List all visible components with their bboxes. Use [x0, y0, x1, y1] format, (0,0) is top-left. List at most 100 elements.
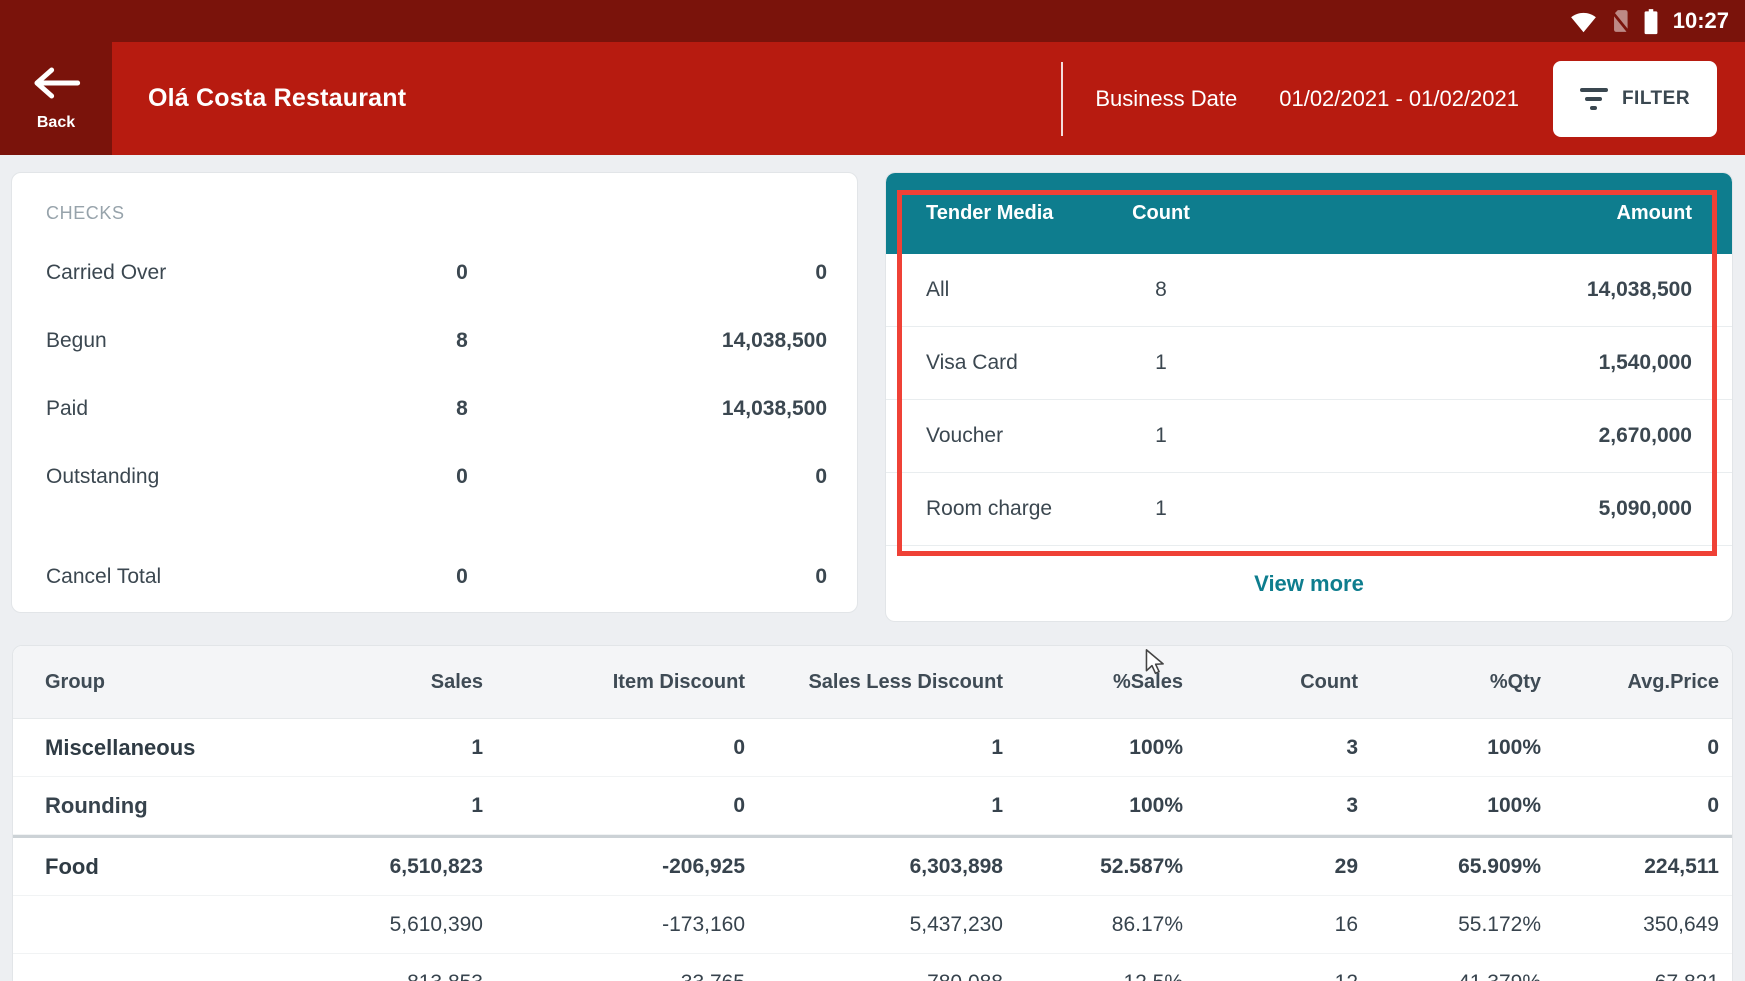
pct-sales-cell: 100% [1003, 736, 1183, 760]
avg-price-cell: 67,821 [1541, 971, 1719, 981]
pct-sales-cell: 100% [1003, 794, 1183, 818]
amount-column-header: Amount [1221, 202, 1732, 225]
count-cell: 3 [1183, 736, 1358, 760]
sales-less-discount-cell: 5,437,230 [745, 913, 1003, 937]
checks-row-carried-over: Carried Over 0 0 [12, 239, 857, 307]
item-discount-cell: -173,160 [483, 913, 745, 937]
avg-price-cell: 0 [1541, 736, 1719, 760]
sales-less-discount-cell: 780,088 [745, 971, 1003, 981]
avg-price-column-header: Avg.Price [1541, 671, 1719, 694]
checks-row-count: 8 [312, 397, 612, 421]
pct-qty-cell: 65.909% [1358, 855, 1541, 879]
business-date-label: Business Date [1095, 86, 1237, 112]
tender-row-amount: 1,540,000 [1221, 351, 1732, 375]
avg-price-cell: 224,511 [1541, 855, 1719, 879]
sales-group-table: Group Sales Item Discount Sales Less Dis… [12, 645, 1733, 981]
tender-row-name: All [886, 278, 1101, 302]
sales-cell: 1 [313, 794, 483, 818]
table-row-food-sub-1: 5,610,390 -173,160 5,437,230 86.17% 16 5… [13, 896, 1732, 954]
checks-row-amount: 0 [612, 261, 857, 285]
count-cell: 29 [1183, 855, 1358, 879]
back-arrow-icon [30, 65, 82, 106]
pct-qty-cell: 100% [1358, 794, 1541, 818]
sales-cell: 6,510,823 [313, 855, 483, 879]
checks-row-outstanding: Outstanding 0 0 [12, 443, 857, 511]
count-column-header: Count [1101, 202, 1221, 225]
app-header: Olá Costa Restaurant Business Date 01/02… [112, 42, 1745, 155]
sales-cell: 1 [313, 736, 483, 760]
checks-row-cancel-total: Cancel Total 0 0 [12, 543, 857, 611]
checks-row-label: Carried Over [12, 261, 312, 285]
status-bar: 10:27 [0, 0, 1745, 42]
header-right-group: Business Date 01/02/2021 - 01/02/2021 FI… [1061, 42, 1745, 155]
pct-qty-cell: 100% [1358, 736, 1541, 760]
pct-qty-cell: 55.172% [1358, 913, 1541, 937]
tender-row-amount: 14,038,500 [1221, 278, 1732, 302]
filter-button[interactable]: FILTER [1553, 61, 1717, 137]
avg-price-cell: 350,649 [1541, 913, 1719, 937]
filter-button-label: FILTER [1622, 88, 1690, 110]
sales-less-discount-column-header: Sales Less Discount [745, 671, 1003, 694]
group-cell: Rounding [13, 793, 313, 819]
checks-row-label: Cancel Total [12, 565, 312, 589]
item-discount-column-header: Item Discount [483, 671, 745, 694]
checks-row-count: 8 [312, 329, 612, 353]
sales-less-discount-cell: 1 [745, 794, 1003, 818]
sales-less-discount-cell: 1 [745, 736, 1003, 760]
sales-less-discount-cell: 6,303,898 [745, 855, 1003, 879]
checks-card-title: CHECKS [12, 203, 857, 229]
view-more-link[interactable]: View more [886, 546, 1732, 622]
tender-row-amount: 2,670,000 [1221, 424, 1732, 448]
back-button-label: Back [37, 114, 75, 132]
sales-cell: 5,610,390 [313, 913, 483, 937]
back-button[interactable]: Back [0, 42, 112, 155]
table-row-rounding: Rounding 1 0 1 100% 3 100% 0 [13, 777, 1732, 835]
tender-row-visa-card: Visa Card 1 1,540,000 [886, 327, 1732, 400]
checks-row-count: 0 [312, 565, 612, 589]
avg-price-cell: 0 [1541, 794, 1719, 818]
checks-row-label: Outstanding [12, 465, 312, 489]
count-cell: 16 [1183, 913, 1358, 937]
wifi-icon [1570, 8, 1597, 35]
tender-row-room-charge: Room charge 1 5,090,000 [886, 473, 1732, 546]
tender-row-name: Voucher [886, 424, 1101, 448]
group-cell: Food [13, 854, 313, 880]
no-sim-icon [1607, 8, 1633, 34]
table-row-food-sub-2: 813,853 -33,765 780,088 12.5% 12 41.379%… [13, 954, 1732, 981]
pct-sales-cell: 12.5% [1003, 971, 1183, 981]
item-discount-cell: -206,925 [483, 855, 745, 879]
pct-sales-column-header: %Sales [1003, 671, 1183, 694]
group-column-header: Group [13, 671, 313, 694]
tender-row-amount: 5,090,000 [1221, 497, 1732, 521]
checks-row-label: Paid [12, 397, 312, 421]
tender-row-count: 1 [1101, 351, 1221, 375]
battery-icon [1643, 8, 1659, 35]
sales-table-header-row: Group Sales Item Discount Sales Less Dis… [13, 646, 1732, 719]
checks-row-amount: 0 [612, 465, 857, 489]
tender-row-count: 8 [1101, 278, 1221, 302]
business-date-value: 01/02/2021 - 01/02/2021 [1279, 86, 1519, 112]
status-time: 10:27 [1673, 8, 1729, 34]
pct-qty-cell: 41.379% [1358, 971, 1541, 981]
table-row-food: Food 6,510,823 -206,925 6,303,898 52.587… [13, 838, 1732, 896]
header-divider [1061, 62, 1063, 136]
pct-qty-column-header: %Qty [1358, 671, 1541, 694]
sales-column-header: Sales [313, 671, 483, 694]
tender-row-all: All 8 14,038,500 [886, 254, 1732, 327]
count-cell: 3 [1183, 794, 1358, 818]
tender-row-name: Room charge [886, 497, 1101, 521]
checks-row-begun: Begun 8 14,038,500 [12, 307, 857, 375]
app-screen: 10:27 Olá Costa Restaurant Business Date… [0, 0, 1745, 981]
tender-media-column-header: Tender Media [886, 202, 1101, 225]
tender-row-count: 1 [1101, 424, 1221, 448]
item-discount-cell: -33,765 [483, 971, 745, 981]
tender-media-card: Tender Media Count Amount All 8 14,038,5… [885, 172, 1733, 622]
tender-row-count: 1 [1101, 497, 1221, 521]
table-row-miscellaneous: Miscellaneous 1 0 1 100% 3 100% 0 [13, 719, 1732, 777]
filter-icon [1580, 88, 1608, 110]
checks-row-amount: 14,038,500 [612, 329, 857, 353]
sales-cell: 813,853 [313, 971, 483, 981]
pct-sales-cell: 52.587% [1003, 855, 1183, 879]
page-title: Olá Costa Restaurant [148, 84, 406, 113]
tender-media-header-row: Tender Media Count Amount [886, 173, 1732, 254]
